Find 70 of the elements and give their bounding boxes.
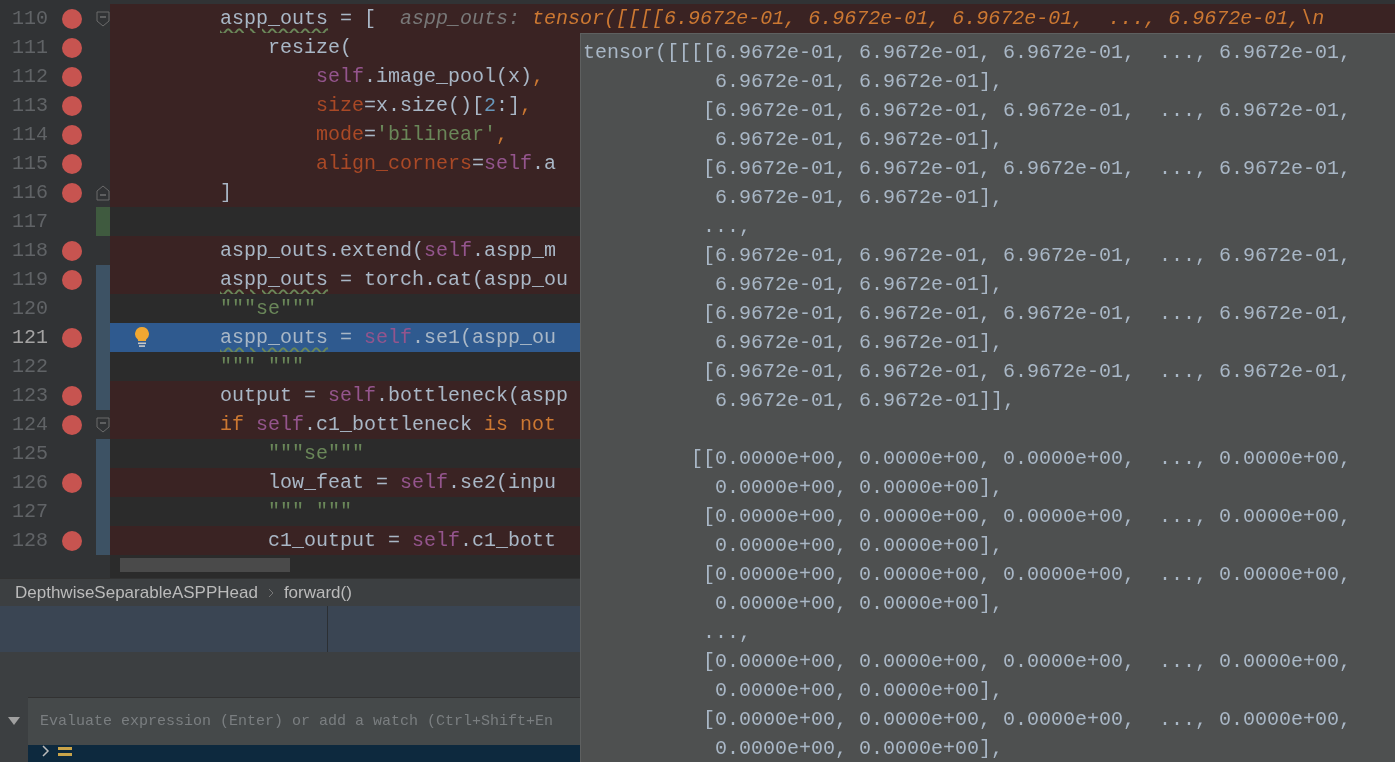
value-line: 0.0000e+00, 0.0000e+00],	[714, 677, 1004, 704]
breadcrumb-item[interactable]: forward()	[283, 579, 352, 606]
code-line: resize(	[268, 34, 353, 61]
breakpoint-icon[interactable]	[62, 414, 82, 435]
value-line: tensor([[[[6.9672e-01, 6.9672e-01, 6.9672e-01, ..., 6.9672e-01,	[583, 39, 1352, 66]
breadcrumb-item[interactable]: DepthwiseSeparableASPPHead	[15, 579, 258, 606]
variable-icon	[58, 745, 72, 757]
collapse-triangle-icon[interactable]	[8, 717, 20, 725]
inline-value: tensor([[[[6.9672e-01, 6.9672e-01, 6.9672e-01, ..., 6.9672e-01,\n	[532, 5, 1325, 32]
code-line: """ """	[220, 353, 305, 380]
code-line: aspp_outs = torch.cat(aspp_ou	[220, 266, 569, 293]
value-line: 6.9672e-01, 6.9672e-01],	[714, 271, 1004, 298]
value-line: [0.0000e+00, 0.0000e+00, 0.0000e+00, ..., 0.0000e+00,	[702, 648, 1352, 675]
breakpoint-icon[interactable]	[62, 472, 82, 493]
breakpoint-icon[interactable]	[62, 269, 82, 290]
code-line: """ """	[268, 498, 353, 525]
breakpoint-icon[interactable]	[62, 153, 82, 174]
fold-icon[interactable]	[96, 10, 110, 27]
code-line: aspp_outs = [	[220, 5, 377, 32]
breakpoint-icon[interactable]	[62, 8, 82, 29]
breakpoint-icon[interactable]	[62, 37, 82, 58]
value-line: [0.0000e+00, 0.0000e+00, 0.0000e+00, ..., 0.0000e+00,	[702, 503, 1352, 530]
scrollbar-thumb[interactable]	[120, 558, 290, 572]
value-line: 6.9672e-01, 6.9672e-01],	[714, 68, 1004, 95]
breakpoint-icon[interactable]	[62, 95, 82, 116]
breakpoint-icon[interactable]	[62, 530, 82, 551]
code-line: output = self.bottleneck(aspp	[220, 382, 569, 409]
code-line: size=x.size()[2:],	[316, 92, 533, 119]
value-line: [6.9672e-01, 6.9672e-01, 6.9672e-01, ..., 6.9672e-01,	[702, 242, 1352, 269]
value-line: ...,	[702, 213, 752, 240]
code-line: mode='bilinear',	[316, 121, 509, 148]
code-line: """se"""	[220, 295, 317, 322]
value-line: [6.9672e-01, 6.9672e-01, 6.9672e-01, ..., 6.9672e-01,	[702, 300, 1352, 327]
value-line: ...,	[702, 619, 752, 646]
chevron-right-icon	[267, 587, 274, 598]
breakpoint-icon[interactable]	[62, 385, 82, 406]
breakpoint-icon[interactable]	[62, 124, 82, 145]
breakpoint-icon[interactable]	[62, 182, 82, 203]
code-line: ]	[220, 179, 233, 206]
value-line: 6.9672e-01, 6.9672e-01],	[714, 329, 1004, 356]
value-line: [0.0000e+00, 0.0000e+00, 0.0000e+00, ..., 0.0000e+00,	[702, 706, 1352, 733]
value-line: [6.9672e-01, 6.9672e-01, 6.9672e-01, ..., 6.9672e-01,	[702, 155, 1352, 182]
breakpoint-icon[interactable]	[62, 66, 82, 87]
value-line: 0.0000e+00, 0.0000e+00],	[714, 590, 1004, 617]
code-line: low_feat = self.se2(inpu	[268, 469, 557, 496]
value-line: [[0.0000e+00, 0.0000e+00, 0.0000e+00, ..., 0.0000e+00,	[690, 445, 1352, 472]
code-line: if self.c1_bottleneck is not	[220, 411, 557, 438]
value-line: 0.0000e+00, 0.0000e+00],	[714, 532, 1004, 559]
code-line: self.image_pool(x),	[316, 63, 545, 90]
code-line: c1_output = self.c1_bott	[268, 527, 557, 554]
code-line: align_corners=self.a	[316, 150, 557, 177]
breakpoint-icon[interactable]	[62, 327, 82, 348]
value-line: 6.9672e-01, 6.9672e-01]],	[714, 387, 1016, 414]
line-number: 121	[11, 324, 48, 351]
chevron-right-icon[interactable]	[42, 745, 50, 757]
fold-end-icon[interactable]	[96, 184, 110, 201]
lightbulb-icon[interactable]	[134, 326, 150, 348]
value-line: [6.9672e-01, 6.9672e-01, 6.9672e-01, ..., 6.9672e-01,	[702, 97, 1352, 124]
value-line: 0.0000e+00, 0.0000e+00],	[714, 474, 1004, 501]
breakpoint-icon[interactable]	[62, 240, 82, 261]
inline-value-label: aspp_outs:	[400, 5, 521, 32]
value-line: 6.9672e-01, 6.9672e-01],	[714, 126, 1004, 153]
value-line: 0.0000e+00, 0.0000e+00],	[714, 735, 1004, 762]
code-line: """se"""	[268, 440, 365, 467]
code-line: aspp_outs.extend(self.aspp_m	[220, 237, 557, 264]
fold-icon[interactable]	[96, 416, 110, 433]
value-line: [0.0000e+00, 0.0000e+00, 0.0000e+00, ..., 0.0000e+00,	[702, 561, 1352, 588]
value-line: 6.9672e-01, 6.9672e-01],	[714, 184, 1004, 211]
code-line: aspp_outs = self.se1(aspp_ou	[220, 324, 557, 351]
value-line: [6.9672e-01, 6.9672e-01, 6.9672e-01, ..., 6.9672e-01,	[702, 358, 1352, 385]
